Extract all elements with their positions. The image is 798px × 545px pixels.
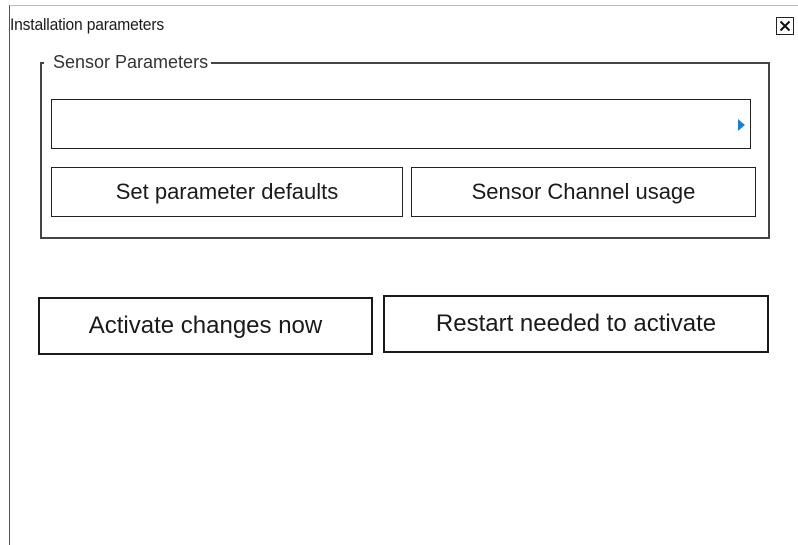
close-icon [779,20,791,32]
sensor-parameter-selector[interactable] [51,99,751,149]
close-button[interactable] [776,17,794,35]
sensor-parameters-legend: Sensor Parameters [44,52,212,72]
restart-needed-to-activate-button[interactable]: Restart needed to activate [383,295,769,353]
activate-changes-now-button[interactable]: Activate changes now [38,297,373,355]
sensor-channel-usage-button[interactable]: Sensor Channel usage [411,167,756,217]
set-parameter-defaults-button[interactable]: Set parameter defaults [51,167,403,217]
triangle-right-icon [738,119,745,131]
dialog-title: Installation parameters [10,15,164,34]
